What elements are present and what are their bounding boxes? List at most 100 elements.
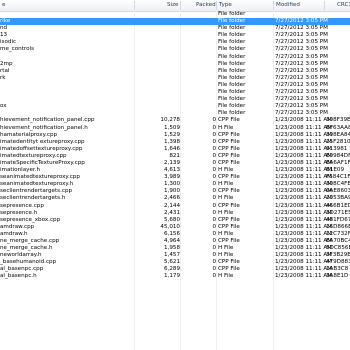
column-divider[interactable] xyxy=(134,1,135,10)
file-modified-cell: 7/27/2012 3:05 PM xyxy=(275,89,328,96)
file-row[interactable]: 2mp File folder 7/27/2012 3:05 PM xyxy=(0,61,350,68)
file-packed-cell: 0 xyxy=(212,124,216,131)
column-header-type[interactable]: Type xyxy=(219,0,232,11)
file-crc-cell: 398EA84 xyxy=(326,131,350,138)
file-row[interactable]: File folder 7/27/2012 3:05 PM xyxy=(0,89,350,96)
file-packed-cell: 0 xyxy=(212,202,216,209)
file-row[interactable]: amdraw.h 6,156 0 H File 1/23/2008 11:11 AM 12… xyxy=(0,231,350,238)
file-name-cell: imationlayer.h xyxy=(0,167,40,174)
file-row[interactable]: seclientrendertargets.h 2,466 0 H File 1/23/… xyxy=(0,195,350,202)
file-size-cell: 1,646 xyxy=(163,145,180,152)
file-size-cell: 1,398 xyxy=(163,138,180,145)
file-size-cell: 6,289 xyxy=(163,266,180,273)
file-crc-cell: EA70BC4 xyxy=(326,238,350,244)
file-row[interactable]: sepresence.cpp 2,144 0 CPP File 1/23/2008 11… xyxy=(0,203,350,210)
file-type-cell: File folder xyxy=(218,89,246,96)
file-row[interactable]: 13 File folder 7/27/2012 3:05 PM xyxy=(0,32,350,39)
file-name-cell: ox xyxy=(0,103,7,110)
file-size-cell: 1,300 xyxy=(163,181,180,188)
column-divider[interactable] xyxy=(180,1,181,10)
file-crc-cell: F584C1F xyxy=(326,174,350,181)
file-modified-cell: 7/27/2012 3:05 PM xyxy=(275,60,328,67)
file-crc-cell: BF63AA8 xyxy=(326,124,350,131)
file-row[interactable]: amdraw.cpp 45,010 0 CPP File 1/23/2008 11:11… xyxy=(0,224,350,231)
file-type-cell: H File xyxy=(218,167,234,174)
file-row[interactable]: File folder 7/27/2012 3:05 PM xyxy=(0,82,350,89)
file-packed-cell: 0 xyxy=(212,131,216,138)
file-row[interactable]: ox File folder 7/27/2012 3:05 PM xyxy=(0,103,350,110)
file-name-cell: al_basenpc.h xyxy=(0,273,37,280)
file-type-cell: File folder xyxy=(218,32,246,39)
file-type-cell: CPP File xyxy=(218,131,240,138)
file-row[interactable]: imatedtextureproxy.cpp 821 0 CPP File 1/23/2… xyxy=(0,153,350,160)
file-row[interactable]: File folder 7/27/2012 3:05 PM xyxy=(0,96,350,103)
file-row[interactable]: File folder xyxy=(0,11,350,18)
file-modified-cell: 7/27/2012 3:05 PM xyxy=(275,74,328,81)
file-crc-cell: 913981 xyxy=(326,145,348,152)
column-header-size[interactable]: Size xyxy=(167,0,178,11)
file-size-cell: 1,457 xyxy=(163,252,180,259)
file-crc-cell: 5DC856E xyxy=(326,245,350,252)
file-row[interactable]: ne_merge_cache.h 1,958 0 H File 1/23/2008 11… xyxy=(0,245,350,252)
file-row[interactable]: imatedentityt extureproxy.cpp 1,398 0 CPP F… xyxy=(0,139,350,146)
file-row[interactable]: rk File folder 7/27/2012 3:05 PM xyxy=(0,75,350,82)
file-row[interactable]: seanimatedtextureproxy.h 1,300 0 H File 1/23… xyxy=(0,181,350,188)
file-packed-cell: 0 xyxy=(212,230,216,237)
file-size-cell: 3,989 xyxy=(163,174,180,181)
file-type-cell: CPP File xyxy=(218,216,240,223)
file-name-cell: amdraw.cpp xyxy=(0,223,35,230)
file-type-cell: H File xyxy=(218,230,234,237)
file-name-cell: al_basenpc.cpp xyxy=(0,266,44,273)
column-header-packed[interactable]: Packed xyxy=(196,0,216,11)
file-row[interactable]: sepresence_xbox.cpp 5,680 0 CPP File 1/23/20… xyxy=(0,217,350,224)
file-row[interactable]: File folder 7/27/2012 3:05 PM xyxy=(0,54,350,61)
file-row[interactable]: rike File folder 7/27/2012 3:05 PM xyxy=(0,18,350,26)
file-name-cell: ne_merge_cache.h xyxy=(0,245,53,252)
file-row[interactable]: hievement_notification_panel.h 1,509 0 H Fi… xyxy=(0,125,350,132)
file-size-cell: 2,431 xyxy=(163,209,180,216)
file-name-cell: imatedoffsettextureproxy.cpp xyxy=(0,145,83,152)
file-size-cell: 1,509 xyxy=(163,124,180,131)
file-modified-cell: 7/27/2012 3:05 PM xyxy=(275,103,328,110)
column-header-crc[interactable]: CRC3 xyxy=(337,0,350,11)
file-row[interactable]: neworldarray.h 1,457 0 H File 1/23/2008 11:1… xyxy=(0,252,350,259)
column-divider[interactable] xyxy=(324,1,325,10)
file-name-cell: neworldarray.h xyxy=(0,252,42,259)
file-packed-cell: 0 xyxy=(212,138,216,145)
file-type-cell: CPP File xyxy=(218,145,240,152)
file-row[interactable]: imatedoffsettextureproxy.cpp 1,646 0 CPP Fi… xyxy=(0,146,350,153)
file-packed-cell: 0 xyxy=(212,188,216,195)
file-row[interactable]: File folder 7/27/2012 3:05 PM xyxy=(0,110,350,117)
file-row[interactable]: al_basenpc.h 1,179 0 H File 1/23/2008 11:11 … xyxy=(0,273,350,280)
file-type-cell: CPP File xyxy=(218,188,240,195)
file-row[interactable]: me_controls File folder 7/27/2012 3:05 PM xyxy=(0,46,350,53)
column-divider[interactable] xyxy=(273,1,274,10)
file-row[interactable]: imateSpecificTextureProxy.cpp 2,139 0 CPP F… xyxy=(0,160,350,167)
file-packed-cell: 0 xyxy=(212,245,216,252)
file-name-cell: seclientrendertargets.cpp xyxy=(0,188,73,195)
column-header-name[interactable]: e xyxy=(2,0,5,11)
file-row[interactable]: al_basenpc.cpp 6,289 0 CPP File 1/23/2008 11… xyxy=(0,266,350,273)
file-packed-cell: 0 xyxy=(212,117,216,124)
file-crc-cell: 479D883 xyxy=(326,259,350,266)
file-modified-cell: 7/27/2012 3:05 PM xyxy=(275,39,328,46)
file-type-cell: CPP File xyxy=(218,117,240,124)
file-row[interactable]: isodic File folder 7/27/2012 3:05 PM xyxy=(0,39,350,46)
file-row[interactable]: ne_merge_cache.cpp 4,964 0 CPP File 1/23/200… xyxy=(0,238,350,245)
file-row[interactable]: nd File folder 7/27/2012 3:05 PM xyxy=(0,25,350,32)
file-name-cell: hievement_notification_panel.cpp xyxy=(0,117,95,124)
column-header-modified[interactable]: Modified xyxy=(276,0,300,11)
file-row[interactable]: seanimatedtextureproxy.cpp 3,989 0 CPP File… xyxy=(0,174,350,181)
file-name-cell: seanimatedtextureproxy.h xyxy=(0,181,74,188)
file-row[interactable]: _basehumanoid.cpp 5,621 0 CPP File 1/23/2008… xyxy=(0,259,350,266)
file-packed-cell: 0 xyxy=(212,209,216,216)
file-row[interactable]: hamaterialproxy.cpp 1,529 0 CPP File 1/23/20… xyxy=(0,132,350,139)
file-size-cell: 2,144 xyxy=(163,202,180,209)
file-row[interactable]: seclientrendertargets.cpp 1,900 0 CPP File 1… xyxy=(0,188,350,195)
file-row[interactable]: imationlayer.h 4,613 0 H File 1/23/2008 11:1… xyxy=(0,167,350,174)
file-type-cell: CPP File xyxy=(218,266,240,273)
file-row[interactable]: sepresence.h 2,431 0 H File 1/23/2008 11:11 … xyxy=(0,210,350,217)
column-divider[interactable] xyxy=(216,1,217,10)
file-row[interactable]: hievement_notification_panel.cpp 10,278 0 C… xyxy=(0,117,350,124)
file-row[interactable]: rtal File folder 7/27/2012 3:05 PM xyxy=(0,68,350,75)
